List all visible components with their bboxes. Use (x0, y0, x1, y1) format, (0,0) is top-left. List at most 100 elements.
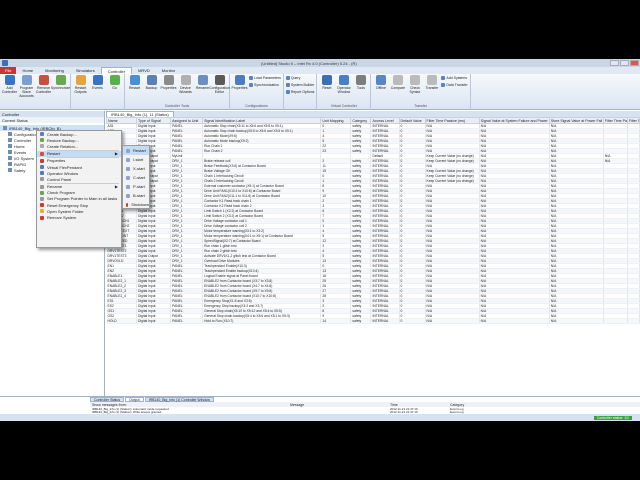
restart-icon (126, 175, 130, 180)
panel-icon (40, 177, 44, 182)
tree-item-label: Configuration (14, 131, 38, 137)
submenu-item-shutdown[interactable]: Shutdown (123, 200, 149, 209)
signal-grid: Name Type of Signal Assigned to Unit Signal… (106, 117, 640, 396)
submenu-item-p-start[interactable]: P-start (123, 182, 149, 191)
folder-icon (40, 209, 44, 214)
status-badge: Controller status: 1/1 (593, 415, 632, 420)
menu-item-label: Virtual FlexPendant (47, 164, 82, 170)
submenu-item-b-start[interactable]: B-start (123, 191, 149, 200)
events-button[interactable]: Events (90, 75, 105, 90)
compare-button[interactable]: Compare (390, 75, 405, 90)
grid-icon (234, 75, 245, 85)
menu-home[interactable]: Home (16, 67, 39, 74)
context-menu: Create Backup... Restore Backup... Create … (36, 130, 122, 248)
submenu-item-label: I-start (133, 157, 144, 162)
table-cell: Hold to Run (X10:7) (202, 318, 322, 324)
table-cell: PANEL (170, 318, 204, 324)
menu-item-label: Restart (47, 151, 60, 157)
menu-monitor[interactable]: Monitor (156, 67, 181, 74)
ribbon-group-buttons: Offline Compare Check Syntax Transfer Add Sy… (373, 75, 468, 104)
ribbon-button-label: Events (92, 86, 103, 90)
node-icon (8, 138, 12, 142)
menu-controller[interactable]: Controller (100, 67, 133, 74)
check-syntax-button[interactable]: Check Syntax (407, 75, 422, 94)
tree-item-label: Controller (14, 137, 32, 143)
table-cell: N/A (479, 318, 550, 324)
tools-button[interactable]: Tools (353, 75, 368, 90)
query-button[interactable]: Query (285, 75, 315, 81)
ribbon-button-label: Backup (145, 86, 158, 90)
menu-item-label: Control Panel (47, 176, 72, 182)
report-options-button[interactable]: Report Options (285, 89, 314, 95)
file-menu[interactable]: File (0, 67, 17, 74)
properties-button[interactable]: Properties (232, 75, 247, 90)
ribbon-group-buttons: Properties Load Parameters Synchronization (232, 75, 281, 104)
ribbon-button-label: Synchronize (50, 86, 71, 90)
submenu-item-x-start[interactable]: X-start (123, 164, 149, 173)
ribbon-button-label: Device Wizards (179, 86, 192, 94)
menu-monitoring[interactable]: Monitoring (39, 67, 70, 74)
reset-button[interactable]: Reset (319, 75, 334, 90)
rename-button[interactable]: Rename (195, 75, 210, 90)
restart-icon (75, 75, 86, 85)
add-controller-button[interactable]: Add Controller (2, 75, 17, 94)
window-title: [Untitled] Studio 5 – Intel Rx 4.0 (Cont… (261, 60, 357, 66)
pendant-icon (40, 165, 44, 170)
menu-item-remove-system[interactable]: Remove System (37, 214, 121, 220)
restart-icon (126, 157, 130, 162)
backup-icon (146, 75, 157, 85)
submenu-item-i-start[interactable]: I-start (123, 155, 149, 164)
table-cell: Keep Current Value (no change) (425, 173, 480, 179)
ribbon-button-label: Add Controller (1, 86, 18, 94)
backup-button[interactable]: Backup (144, 75, 159, 90)
operator-window-button[interactable]: Operator Window (336, 75, 351, 94)
ribbon-small-buttons: Query System Builder Report Options (285, 75, 315, 95)
synchronize-button[interactable]: Synchronize (50, 75, 71, 90)
restart-icon (126, 148, 130, 153)
go-button[interactable]: Go (107, 75, 122, 90)
ribbon-group: Reset Operator Window Tools Virtual Control… (317, 74, 372, 110)
submenu-item-c-start[interactable]: C-start (123, 173, 149, 182)
chevron-right-icon: ▶ (114, 151, 118, 157)
menu-simulators[interactable]: Simulators (70, 67, 101, 74)
system-builder-button[interactable]: System Builder (285, 82, 314, 88)
synchronization-button[interactable]: Synchronization (249, 82, 281, 88)
ribbon-button-label: Restart Outputs (74, 86, 87, 94)
ribbon-group-label: Transfer (414, 104, 427, 108)
ribbon-button-label: Go (112, 86, 117, 90)
properties-button[interactable]: Properties (161, 75, 176, 90)
data-transfer-button[interactable]: Data Transfer (441, 82, 468, 88)
ribbon-group: Properties Load Parameters Synchronization… (230, 74, 284, 110)
menu-mrvd[interactable]: MRVD (132, 67, 156, 74)
minimize-button[interactable] (610, 60, 619, 66)
add-systems-button[interactable]: Add Systems (441, 75, 467, 81)
transfer-button[interactable]: Transfer (424, 75, 439, 90)
ribbon-small-buttons: Add Systems Data Transfer (441, 75, 468, 88)
maximize-button[interactable] (620, 60, 629, 66)
configuration-editor-button[interactable]: Configuration Editor (209, 75, 230, 94)
table-cell: HOLD (106, 318, 138, 324)
ribbon-group-buttons: Restart Outputs Events Go (73, 75, 122, 104)
node-icon (8, 168, 12, 172)
program-slave-accounts-button[interactable]: Program Slave Accounts (19, 75, 34, 98)
restart-button[interactable]: Restart (127, 75, 142, 90)
window-icon (40, 171, 44, 176)
ribbon-button-label: Restart (128, 86, 141, 90)
properties-icon (163, 75, 174, 85)
table-row[interactable]: HOLD Digital Input PANEL Hold to Run (X10:7… (106, 318, 640, 324)
menu-item-control-panel[interactable]: Control Panel (37, 176, 121, 182)
menu-item-restart[interactable]: Restart ▶ (37, 150, 121, 157)
close-button[interactable] (630, 60, 639, 66)
restart-outputs-button[interactable]: Restart Outputs (73, 75, 88, 94)
small-button-label: Load Parameters (254, 76, 281, 80)
device-wizards-button[interactable]: Device Wizards (178, 75, 193, 94)
offline-button[interactable]: Offline (373, 75, 388, 90)
small-icon (249, 76, 253, 80)
table-cell: INTERNAL (370, 318, 400, 324)
remove-icon (40, 215, 44, 220)
load-parameters-button[interactable]: Load Parameters (249, 75, 281, 81)
remove-controller-button[interactable]: Remove Controller (36, 75, 51, 94)
menu-item-create-relation[interactable]: Create Relation... (37, 143, 121, 149)
submenu-item-restart[interactable]: Restart (123, 146, 149, 155)
table-cell: Keep Current Value (no change) (425, 178, 480, 184)
